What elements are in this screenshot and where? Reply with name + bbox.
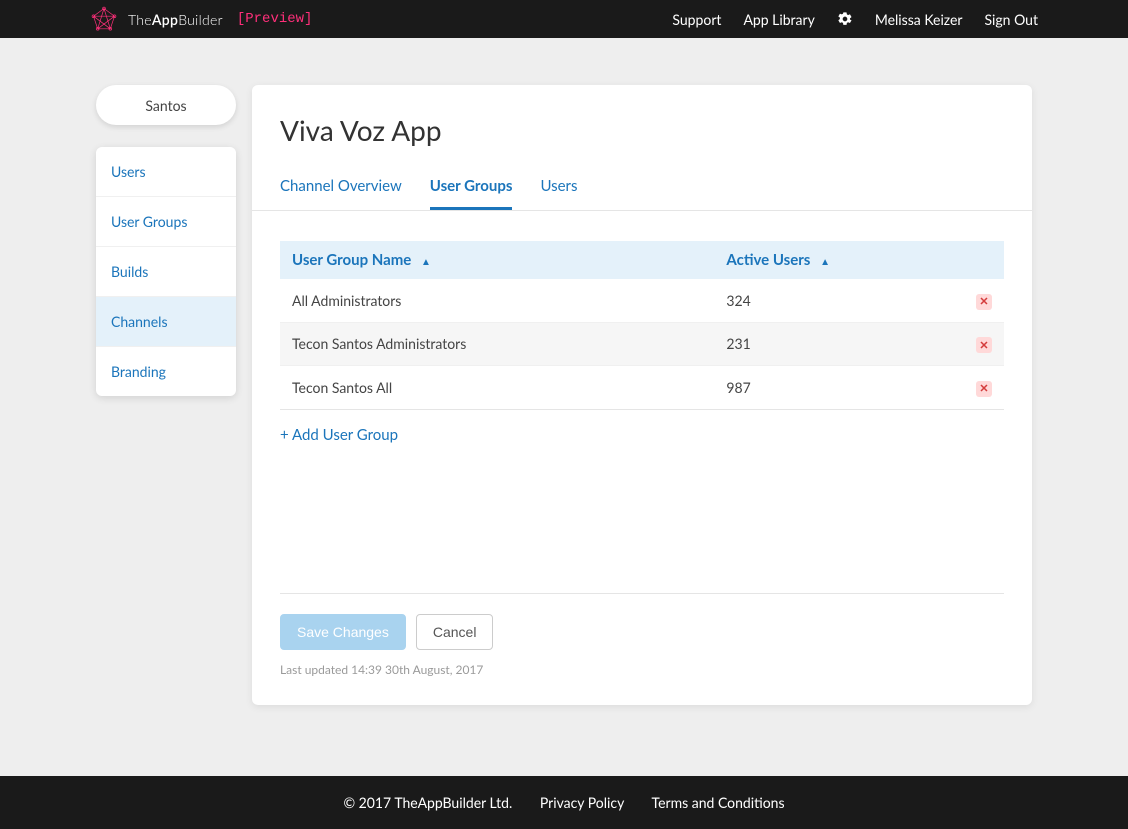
table-row: All Administrators 324 ✕ — [280, 279, 1004, 322]
footer-copyright: © 2017 TheAppBuilder Ltd. — [343, 794, 512, 811]
sidebar-item-builds[interactable]: Builds — [96, 247, 236, 297]
sort-asc-icon: ▲ — [820, 256, 830, 268]
tab-user-groups[interactable]: User Groups — [430, 167, 513, 210]
last-updated-text: Last updated 14:39 30th August, 2017 — [280, 662, 1004, 677]
brand-app: App — [152, 11, 178, 28]
topbar: TheAppBuilder [Preview] Support App Libr… — [0, 0, 1128, 38]
col-header-active-users[interactable]: Active Users ▲ — [714, 241, 895, 279]
cell-users: 231 — [714, 322, 895, 366]
brand: TheAppBuilder [Preview] — [90, 5, 312, 33]
main-card: Viva Voz App Channel Overview User Group… — [252, 85, 1032, 705]
delete-row-button[interactable]: ✕ — [976, 337, 992, 353]
cell-users: 987 — [714, 366, 895, 410]
footer-terms[interactable]: Terms and Conditions — [652, 794, 785, 811]
table-row: Tecon Santos Administrators 231 ✕ — [280, 322, 1004, 366]
top-nav: Support App Library Melissa Keizer Sign … — [672, 11, 1038, 28]
page-body: Santos Users User Groups Builds Channels… — [0, 38, 1128, 776]
org-name: Santos — [145, 97, 186, 114]
delete-row-button[interactable]: ✕ — [976, 381, 992, 397]
col-header-name[interactable]: User Group Name ▲ — [280, 241, 714, 279]
tab-channel-overview[interactable]: Channel Overview — [280, 167, 402, 210]
nav-app-library[interactable]: App Library — [743, 11, 814, 28]
footer: © 2017 TheAppBuilder Ltd. Privacy Policy… — [0, 776, 1128, 829]
brand-the: The — [128, 11, 152, 28]
cancel-button[interactable]: Cancel — [416, 614, 494, 650]
cell-users: 324 — [714, 279, 895, 322]
add-user-group-link[interactable]: + Add User Group — [280, 426, 1004, 444]
actions-bar: Save Changes Cancel — [280, 593, 1004, 650]
brand-builder: Builder — [178, 11, 223, 28]
sidebar-item-channels[interactable]: Channels — [96, 297, 236, 347]
tabs: Channel Overview User Groups Users — [252, 167, 1032, 211]
table-row: Tecon Santos All 987 ✕ — [280, 366, 1004, 410]
nav-sign-out[interactable]: Sign Out — [985, 11, 1039, 28]
settings-gear-icon[interactable] — [837, 11, 853, 27]
side-nav: Users User Groups Builds Channels Brandi… — [96, 147, 236, 396]
delete-row-button[interactable]: ✕ — [976, 294, 992, 310]
brand-logo-icon — [90, 5, 118, 33]
cell-name: Tecon Santos All — [280, 366, 714, 410]
sidebar: Santos Users User Groups Builds Channels… — [96, 85, 236, 396]
user-groups-table: User Group Name ▲ Active Users ▲ All Adm… — [280, 241, 1004, 410]
brand-name: TheAppBuilder — [128, 11, 223, 28]
col-header-delete — [895, 241, 1004, 279]
nav-support[interactable]: Support — [672, 11, 721, 28]
col-header-name-label: User Group Name — [292, 251, 411, 269]
cell-name: All Administrators — [280, 279, 714, 322]
sidebar-item-user-groups[interactable]: User Groups — [96, 197, 236, 247]
footer-privacy[interactable]: Privacy Policy — [540, 794, 624, 811]
org-pill[interactable]: Santos — [96, 85, 236, 125]
save-button[interactable]: Save Changes — [280, 614, 406, 650]
sidebar-item-branding[interactable]: Branding — [96, 347, 236, 396]
page-title: Viva Voz App — [280, 113, 1004, 147]
sidebar-item-users[interactable]: Users — [96, 147, 236, 197]
col-header-users-label: Active Users — [726, 251, 810, 269]
cell-name: Tecon Santos Administrators — [280, 322, 714, 366]
tab-users[interactable]: Users — [540, 167, 577, 210]
sort-asc-icon: ▲ — [421, 256, 431, 268]
brand-preview-tag: [Preview] — [237, 11, 313, 27]
spacer — [280, 444, 1004, 594]
nav-user-name[interactable]: Melissa Keizer — [875, 11, 963, 28]
content-area: User Group Name ▲ Active Users ▲ All Adm… — [280, 211, 1004, 677]
